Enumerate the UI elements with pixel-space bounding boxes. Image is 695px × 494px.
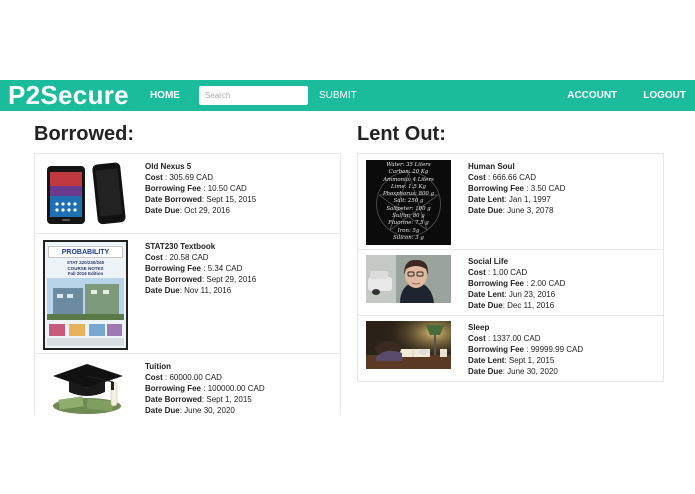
item-name: Old Nexus 5 [145, 162, 192, 171]
item-date-borrowed: Date Borrowed: Sept 1, 2015 [145, 395, 252, 404]
page: P2Secure HOME SUBMIT ACCOUNT LOGOUT Borr… [0, 0, 695, 494]
item-date-due: Date Due: Nov 11, 2016 [145, 286, 232, 295]
item-name: STAT230 Textbook [145, 242, 216, 251]
social-life-image [366, 255, 451, 303]
textbook-image: PROBABILITY STAT 220/230/240 COURSE NOTE… [43, 240, 128, 350]
item-date-borrowed: Date Borrowed: Sept 15, 2015 [145, 195, 257, 204]
nav-logout-link[interactable]: LOGOUT [643, 90, 686, 101]
cover-title: PROBABILITY [48, 246, 123, 258]
submit-button[interactable]: SUBMIT [319, 90, 357, 101]
item-fee: Borrowing Fee : 2.00 CAD [468, 279, 566, 288]
item-details: Human Soul Cost : 666.66 CAD Borrowing F… [468, 160, 565, 249]
nav-home-link[interactable]: HOME [150, 90, 180, 101]
borrowed-heading: Borrowed: [34, 123, 134, 145]
brand-logo[interactable]: P2Secure [8, 80, 129, 111]
item-details: Tuition Cost : 60000.00 CAD Borrowing Fe… [145, 360, 265, 415]
item-fee: Borrowing Fee : 5.34 CAD [145, 264, 243, 273]
item-name: Social Life [468, 257, 509, 266]
item-details: Old Nexus 5 Cost : 305.69 CAD Borrowing … [145, 160, 256, 233]
cover-line3: Fall 2016 Edition [67, 271, 104, 276]
item-details: Social Life Cost : 1.00 CAD Borrowing Fe… [468, 255, 565, 315]
list-item[interactable]: PROBABILITY STAT 220/230/240 COURSE NOTE… [35, 234, 340, 354]
lent-out-list: Water: 35 Liters Carbon: 20 Kg Ammonia: … [357, 153, 664, 382]
item-fee: Borrowing Fee : 100000.00 CAD [145, 384, 265, 393]
nav-right: ACCOUNT LOGOUT [567, 90, 686, 101]
item-date-due: Date Due: Oct 29, 2016 [145, 206, 230, 215]
textbook-cover: PROBABILITY STAT 220/230/240 COURSE NOTE… [43, 240, 128, 350]
item-fee: Borrowing Fee : 10.50 CAD [145, 184, 247, 193]
item-details: STAT230 Textbook Cost : 20.58 CAD Borrow… [145, 240, 256, 353]
item-fee: Borrowing Fee : 3.50 CAD [468, 184, 566, 193]
ingredients-list: Water: 35 Liters Carbon: 20 Kg Ammonia: … [382, 162, 435, 241]
item-date-due: Date Due: June 3, 2078 [468, 206, 554, 215]
item-date-borrowed: Date Borrowed: Sept 29, 2016 [145, 275, 257, 284]
search-input[interactable] [198, 86, 308, 105]
list-item[interactable]: Tuition Cost : 60000.00 CAD Borrowing Fe… [35, 354, 340, 415]
item-date-lent: Date Lent: Jun 23, 2016 [468, 290, 556, 299]
item-cost: Cost : 20.58 CAD [145, 253, 209, 262]
item-date-due: Date Due: June 30, 2020 [468, 367, 558, 376]
item-cost: Cost : 60000.00 CAD [145, 373, 222, 382]
navbar: P2Secure HOME SUBMIT ACCOUNT LOGOUT [0, 80, 695, 111]
list-item[interactable]: Water: 35 Liters Carbon: 20 Kg Ammonia: … [358, 154, 663, 250]
item-cost: Cost : 1.00 CAD [468, 268, 528, 277]
item-date-due: Date Due: June 30, 2020 [145, 406, 235, 415]
list-item[interactable]: Social Life Cost : 1.00 CAD Borrowing Fe… [358, 250, 663, 316]
nav-account-link[interactable]: ACCOUNT [567, 90, 617, 101]
borrowed-list: Old Nexus 5 Cost : 305.69 CAD Borrowing … [34, 153, 341, 415]
list-item[interactable]: Sleep Cost : 1337.00 CAD Borrowing Fee :… [358, 316, 663, 381]
list-item[interactable]: Old Nexus 5 Cost : 305.69 CAD Borrowing … [35, 154, 340, 234]
item-name: Tuition [145, 362, 172, 371]
item-cost: Cost : 305.69 CAD [145, 173, 214, 182]
human-soul-image: Water: 35 Liters Carbon: 20 Kg Ammonia: … [366, 160, 451, 245]
item-date-lent: Date Lent: Jan 1, 1997 [468, 195, 551, 204]
item-name: Human Soul [468, 162, 515, 171]
item-cost: Cost : 666.66 CAD [468, 173, 537, 182]
sleep-image [366, 321, 451, 369]
phone-image [43, 160, 128, 228]
item-cost: Cost : 1337.00 CAD [468, 334, 541, 343]
lent-out-heading: Lent Out: [357, 123, 446, 145]
item-fee: Borrowing Fee : 99999.99 CAD [468, 345, 584, 354]
cover-photo [47, 278, 124, 346]
item-date-lent: Date Lent: Sept 1, 2015 [468, 356, 555, 365]
graduation-cap-image [43, 360, 128, 415]
item-details: Sleep Cost : 1337.00 CAD Borrowing Fee :… [468, 321, 583, 381]
item-date-due: Date Due: Dec 11, 2016 [468, 301, 555, 310]
item-name: Sleep [468, 323, 490, 332]
